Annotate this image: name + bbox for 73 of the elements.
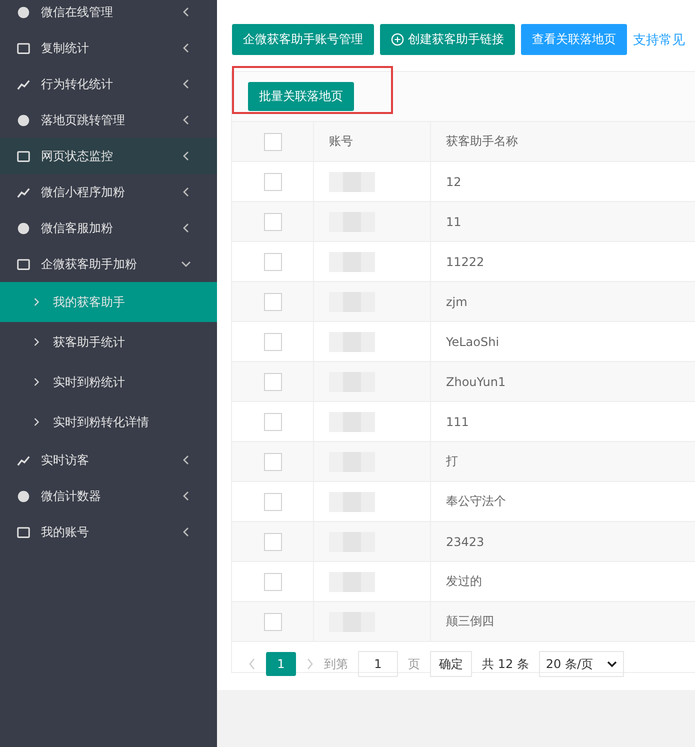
table-cell: 11 — [446, 214, 462, 228]
column-header: 账号 — [329, 133, 353, 150]
checkbox[interactable] — [264, 292, 282, 310]
total-count: 共 12 条 — [482, 656, 529, 672]
sidebar-item[interactable]: 微信计数器 — [0, 478, 217, 514]
column-header: 获客助手名称 — [446, 133, 518, 150]
menu-icon — [16, 256, 31, 272]
table-cell: YeLaoShi — [446, 334, 500, 348]
page-button[interactable]: 1 — [266, 652, 296, 676]
menu-icon — [16, 524, 31, 540]
page-label: 页 — [408, 656, 420, 672]
table-cell: 23423 — [446, 534, 484, 548]
sidebar-item[interactable]: 我的账号 — [0, 514, 217, 550]
submenu-item[interactable]: 实时到粉转化详情 — [0, 402, 217, 442]
submenu-item[interactable]: 获客助手统计 — [0, 322, 217, 362]
checkbox[interactable] — [264, 212, 282, 230]
checkbox[interactable] — [264, 532, 282, 550]
checkbox[interactable] — [264, 452, 282, 470]
table-cell: 奉公守法个 — [446, 493, 506, 510]
menu-icon — [16, 220, 31, 236]
blurred-text — [329, 492, 375, 512]
checkbox[interactable] — [264, 372, 282, 390]
chevron-right-icon — [33, 417, 40, 427]
sidebar-item[interactable]: 微信客服加粉 — [0, 210, 217, 246]
table-cell: zjm — [446, 294, 468, 308]
sidebar-item[interactable]: 微信在线管理 — [0, 0, 217, 30]
sidebar-item[interactable]: 微信小程序加粉 — [0, 174, 217, 210]
sidebar-item[interactable]: 实时访客 — [0, 442, 217, 478]
chevron-right-icon — [33, 297, 40, 307]
toolbar-button[interactable]: 创建获客助手链接 — [380, 24, 515, 55]
sidebar-item[interactable]: 网页状态监控 — [0, 138, 217, 174]
previous-icon[interactable] — [248, 658, 256, 670]
table-cell: 111 — [446, 414, 469, 428]
checkbox[interactable] — [264, 492, 282, 510]
blurred-text — [329, 332, 375, 352]
chevron-right-icon — [33, 377, 40, 387]
table-cell: ZhouYun1 — [446, 374, 506, 388]
menu-icon — [16, 112, 31, 128]
batch-link-button[interactable]: 批量关联落地页 — [248, 82, 354, 111]
table-cell: 11222 — [446, 254, 484, 268]
checkbox[interactable] — [264, 172, 282, 190]
blurred-text — [329, 172, 375, 192]
next-icon[interactable] — [306, 658, 314, 670]
blurred-text — [329, 252, 375, 272]
sidebar-item[interactable]: 行为转化统计 — [0, 66, 217, 102]
confirm-button[interactable]: 确定 — [430, 651, 472, 677]
menu-icon — [16, 4, 31, 20]
page-size-select[interactable]: 20 条/页 — [538, 651, 624, 677]
table-cell: 打 — [446, 453, 458, 470]
checkbox[interactable] — [264, 332, 282, 350]
menu-icon — [16, 488, 31, 504]
submenu-item[interactable]: 实时到粉统计 — [0, 362, 217, 402]
checkbox[interactable] — [264, 572, 282, 590]
blurred-text — [329, 572, 375, 592]
menu-icon — [16, 148, 31, 164]
checkbox[interactable] — [264, 412, 282, 430]
table-cell: 颠三倒四 — [446, 613, 494, 630]
menu-icon — [16, 40, 31, 56]
checkbox[interactable] — [264, 132, 282, 150]
table-cell: 发过的 — [446, 573, 482, 590]
sidebar-item[interactable]: 复制统计 — [0, 30, 217, 66]
toolbar-button[interactable]: 企微获客助手账号管理 — [232, 24, 374, 55]
sidebar-item[interactable]: 企微获客助手加粉 — [0, 246, 217, 282]
goto-label: 到第 — [324, 656, 348, 672]
chevron-right-icon — [33, 337, 40, 347]
page-input[interactable]: 1 — [358, 651, 398, 677]
table-cell: 12 — [446, 174, 462, 188]
checkbox[interactable] — [264, 252, 282, 270]
dropdown-icon — [607, 660, 618, 668]
sidebar-item[interactable]: 落地页跳转管理 — [0, 102, 217, 138]
blurred-text — [329, 412, 375, 432]
add-icon — [391, 33, 404, 46]
checkbox[interactable] — [264, 612, 282, 630]
